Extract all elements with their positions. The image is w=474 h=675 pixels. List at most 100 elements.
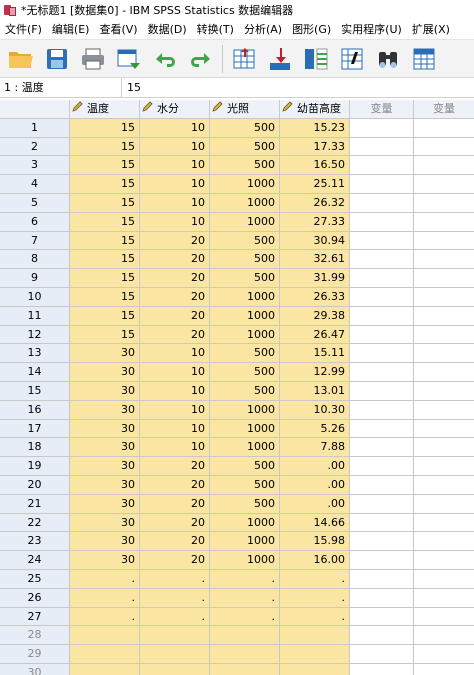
data-cell[interactable]: 500 — [210, 137, 280, 157]
data-cell[interactable]: . — [70, 588, 140, 608]
row-number[interactable]: 10 — [0, 287, 70, 307]
dialog-recall-icon[interactable] — [114, 44, 144, 74]
empty-cell[interactable] — [350, 306, 414, 326]
empty-cell[interactable] — [414, 287, 474, 307]
empty-cell[interactable] — [414, 551, 474, 570]
menu-item-0[interactable]: 文件(F) — [0, 20, 47, 40]
empty-cell[interactable] — [414, 645, 474, 664]
empty-cell[interactable] — [414, 325, 474, 345]
data-cell[interactable]: 20 — [140, 532, 210, 552]
row-number[interactable]: 3 — [0, 156, 70, 176]
data-cell[interactable]: 1000 — [210, 287, 280, 307]
empty-cell[interactable] — [414, 475, 474, 495]
data-cell[interactable]: . — [140, 569, 210, 589]
data-cell[interactable]: 26.33 — [280, 287, 350, 307]
data-cell[interactable]: 30 — [70, 419, 140, 439]
goto-variable-icon[interactable] — [265, 44, 295, 74]
data-cell[interactable] — [210, 626, 280, 646]
empty-cell[interactable] — [414, 118, 474, 138]
empty-cell[interactable] — [350, 118, 414, 138]
data-cell[interactable]: 1000 — [210, 212, 280, 232]
data-cell[interactable]: .00 — [280, 494, 350, 514]
row-number[interactable]: 19 — [0, 457, 70, 476]
data-cell[interactable]: 15 — [70, 118, 140, 138]
data-cell[interactable]: 500 — [210, 269, 280, 288]
row-number[interactable]: 17 — [0, 419, 70, 439]
data-cell[interactable]: 20 — [140, 494, 210, 514]
data-cell[interactable]: 500 — [210, 250, 280, 270]
row-number[interactable]: 18 — [0, 438, 70, 458]
data-cell[interactable]: 17.33 — [280, 137, 350, 157]
data-cell[interactable]: 10 — [140, 175, 210, 194]
data-cell[interactable]: 15.23 — [280, 118, 350, 138]
data-cell[interactable]: 1000 — [210, 532, 280, 552]
empty-cell[interactable] — [414, 607, 474, 627]
row-number[interactable]: 16 — [0, 400, 70, 420]
value-labels-icon[interactable] — [337, 44, 367, 74]
data-cell[interactable]: 10 — [140, 118, 210, 138]
data-cell[interactable]: 20 — [140, 250, 210, 270]
empty-variable-header-0[interactable]: 变量 — [350, 100, 414, 119]
data-cell[interactable]: 16.50 — [280, 156, 350, 176]
empty-cell[interactable] — [350, 438, 414, 458]
data-cell[interactable]: 500 — [210, 457, 280, 476]
empty-cell[interactable] — [414, 344, 474, 364]
data-cell[interactable]: 1000 — [210, 513, 280, 533]
empty-cell[interactable] — [414, 193, 474, 213]
row-number[interactable]: 1 — [0, 118, 70, 138]
empty-cell[interactable] — [414, 513, 474, 533]
data-cell[interactable] — [280, 626, 350, 646]
redo-icon[interactable] — [186, 44, 216, 74]
data-cell[interactable]: 20 — [140, 551, 210, 570]
data-cell[interactable]: . — [280, 607, 350, 627]
data-cell[interactable]: 29.38 — [280, 306, 350, 326]
menu-item-2[interactable]: 查看(V) — [94, 20, 142, 40]
empty-cell[interactable] — [414, 532, 474, 552]
row-number[interactable]: 26 — [0, 588, 70, 608]
data-cell[interactable] — [70, 663, 140, 675]
data-cell[interactable]: . — [70, 607, 140, 627]
data-cell[interactable]: 32.61 — [280, 250, 350, 270]
empty-cell[interactable] — [350, 607, 414, 627]
empty-cell[interactable] — [350, 588, 414, 608]
empty-cell[interactable] — [350, 363, 414, 382]
data-cell[interactable]: . — [210, 607, 280, 627]
empty-cell[interactable] — [414, 419, 474, 439]
menu-item-8[interactable]: 扩展(X) — [407, 20, 455, 40]
data-cell[interactable]: . — [210, 569, 280, 589]
data-cell[interactable] — [140, 626, 210, 646]
data-cell[interactable]: 14.66 — [280, 513, 350, 533]
data-cell[interactable]: 30 — [70, 475, 140, 495]
empty-cell[interactable] — [414, 363, 474, 382]
row-number[interactable]: 20 — [0, 475, 70, 495]
data-cell[interactable]: 1000 — [210, 438, 280, 458]
column-header-2[interactable]: 光照 — [210, 100, 280, 119]
row-number[interactable]: 14 — [0, 363, 70, 382]
data-cell[interactable]: 15 — [70, 287, 140, 307]
empty-cell[interactable] — [414, 494, 474, 514]
data-cell[interactable]: 30 — [70, 438, 140, 458]
data-cell[interactable] — [70, 645, 140, 664]
data-cell[interactable]: 15.98 — [280, 532, 350, 552]
data-cell[interactable]: . — [210, 588, 280, 608]
menu-item-3[interactable]: 数据(D) — [143, 20, 192, 40]
empty-cell[interactable] — [350, 231, 414, 251]
data-cell[interactable]: 1000 — [210, 325, 280, 345]
data-cell[interactable]: 15 — [70, 212, 140, 232]
column-header-0[interactable]: 温度 — [70, 100, 140, 119]
empty-cell[interactable] — [350, 325, 414, 345]
data-cell[interactable]: 15 — [70, 175, 140, 194]
row-number[interactable]: 8 — [0, 250, 70, 270]
row-number[interactable]: 15 — [0, 381, 70, 401]
data-cell[interactable]: 500 — [210, 118, 280, 138]
menu-item-1[interactable]: 编辑(E) — [47, 20, 95, 40]
column-header-3[interactable]: 幼苗高度 — [280, 100, 350, 119]
data-cell[interactable]: 1000 — [210, 400, 280, 420]
data-cell[interactable]: 500 — [210, 494, 280, 514]
data-cell[interactable]: .00 — [280, 475, 350, 495]
empty-cell[interactable] — [350, 344, 414, 364]
data-cell[interactable]: 10 — [140, 344, 210, 364]
data-cell[interactable]: 10 — [140, 400, 210, 420]
data-cell[interactable]: . — [140, 607, 210, 627]
empty-cell[interactable] — [350, 212, 414, 232]
